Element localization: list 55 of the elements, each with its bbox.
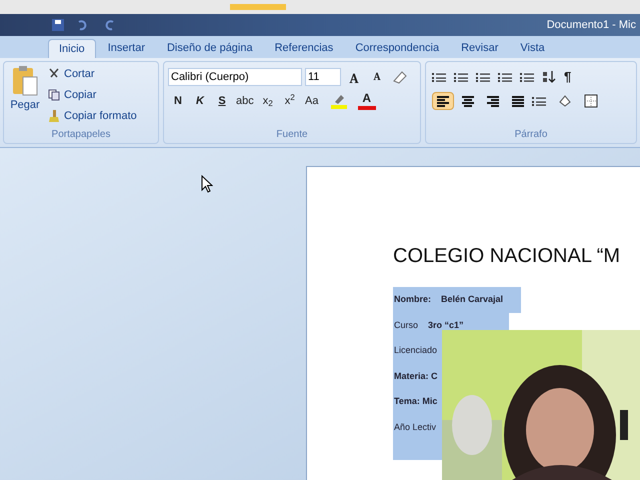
- save-icon[interactable]: [52, 19, 64, 31]
- ribbon-tab[interactable]: Vista: [510, 39, 555, 58]
- redo-icon[interactable]: [104, 19, 116, 31]
- field-label: Licenciado: [394, 344, 438, 357]
- align-right-icon: [487, 96, 499, 106]
- format-button[interactable]: S: [212, 92, 232, 110]
- field-label: Materia: C: [394, 370, 438, 382]
- copy-icon: [48, 89, 60, 101]
- field-value: 3ro “c1”: [428, 318, 464, 332]
- undo-icon[interactable]: [76, 19, 88, 31]
- clipboard-button[interactable]: Copiar: [48, 86, 137, 104]
- field-label: Nombre:: [394, 293, 432, 306]
- font-color-button[interactable]: A: [358, 92, 376, 110]
- brush-icon: [48, 110, 60, 122]
- shrink-font-button[interactable]: A: [367, 68, 387, 86]
- ribbon-tab[interactable]: Inicio: [48, 39, 96, 58]
- clipboard-button[interactable]: Cortar: [48, 65, 137, 83]
- document-heading: COLEGIO NACIONAL “M: [393, 244, 622, 269]
- paste-button[interactable]: Pegar: [8, 65, 42, 127]
- show-marks-button[interactable]: ¶: [564, 67, 572, 87]
- group-title: Portapapeles: [50, 128, 112, 142]
- align-button[interactable]: [432, 92, 454, 110]
- align-left-icon: [437, 96, 449, 106]
- field-value: Belén Carvajal: [441, 293, 504, 306]
- grow-font-button[interactable]: A: [344, 68, 364, 86]
- scissors-icon: [48, 68, 60, 80]
- format-button[interactable]: N: [168, 92, 188, 110]
- borders-icon[interactable]: [584, 94, 598, 108]
- clipboard-button[interactable]: Copiar formato: [48, 107, 137, 125]
- mouse-cursor-icon: [201, 175, 213, 193]
- highlighter-icon[interactable]: [330, 93, 348, 109]
- field-label: Tema: Mic: [394, 395, 438, 408]
- shading-icon[interactable]: [557, 94, 573, 108]
- ribbon-tab[interactable]: Insertar: [98, 39, 155, 58]
- ribbon-tab[interactable]: Diseño de página: [156, 39, 263, 58]
- bullets-icon: [432, 72, 446, 82]
- field-label: Año Lectiv: [394, 420, 436, 434]
- group-title: Párrafo: [514, 128, 548, 142]
- ribbon-tab[interactable]: Correspondencia: [345, 39, 450, 58]
- format-button[interactable]: x$^{2}$: [280, 92, 300, 110]
- field-label: Curso: [394, 318, 418, 332]
- font-family-field[interactable]: Calibri (Cuerpo): [168, 68, 302, 86]
- ribbon-tab[interactable]: Revisar: [451, 39, 508, 58]
- clipboard-icon: [11, 65, 39, 97]
- format-button[interactable]: abc: [234, 92, 256, 110]
- align-justify-icon: [512, 96, 524, 106]
- font-size-field[interactable]: 11: [305, 68, 341, 86]
- format-button[interactable]: Aa: [302, 92, 322, 110]
- group-title: Fuente: [275, 128, 309, 142]
- ribbon-tab[interactable]: Referencias: [264, 39, 344, 58]
- format-button[interactable]: K: [190, 92, 210, 110]
- window-title: Documento1 - Mic: [546, 18, 636, 33]
- format-button[interactable]: x$_{2}$: [258, 92, 278, 110]
- sort-icon[interactable]: [542, 70, 556, 84]
- align-center-icon: [462, 96, 474, 106]
